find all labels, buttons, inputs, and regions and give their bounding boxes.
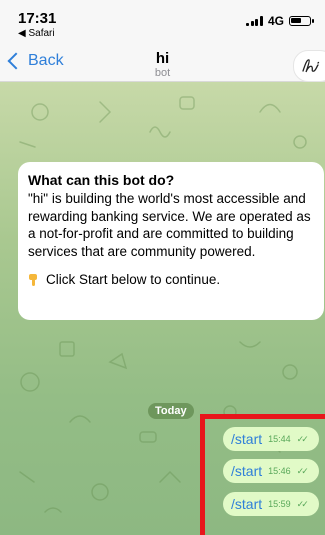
chat-title[interactable]: hi: [0, 50, 325, 67]
status-time: 17:31: [18, 10, 57, 27]
network-type: 4G: [267, 14, 284, 28]
card-title: What can this bot do?: [28, 172, 175, 188]
red-highlight-box: [200, 414, 325, 535]
card-hint: Click Start below to continue.: [28, 272, 314, 287]
signal-icon: [246, 16, 263, 26]
red-highlight-tail: [200, 530, 205, 535]
battery-icon: [289, 16, 314, 26]
header: 17:31 ◀ Safari 4G Back hi bot: [0, 0, 325, 82]
date-divider: Today: [148, 403, 194, 419]
bot-avatar[interactable]: [293, 50, 325, 82]
telegram-chat-screen: 17:31 ◀ Safari 4G Back hi bot What can t…: [0, 0, 325, 535]
hi-logo-icon: [302, 59, 320, 73]
card-hint-text: Click Start below to continue.: [46, 272, 221, 287]
status-indicators: 4G: [246, 14, 314, 28]
chat-subtitle: bot: [154, 67, 171, 79]
card-body: "hi" is building the world's most access…: [28, 191, 311, 259]
pointing-down-hand-icon: [29, 273, 37, 286]
back-to-safari[interactable]: ◀ Safari: [18, 28, 55, 39]
bot-info-card: What can this bot do? "hi" is building t…: [18, 162, 324, 320]
